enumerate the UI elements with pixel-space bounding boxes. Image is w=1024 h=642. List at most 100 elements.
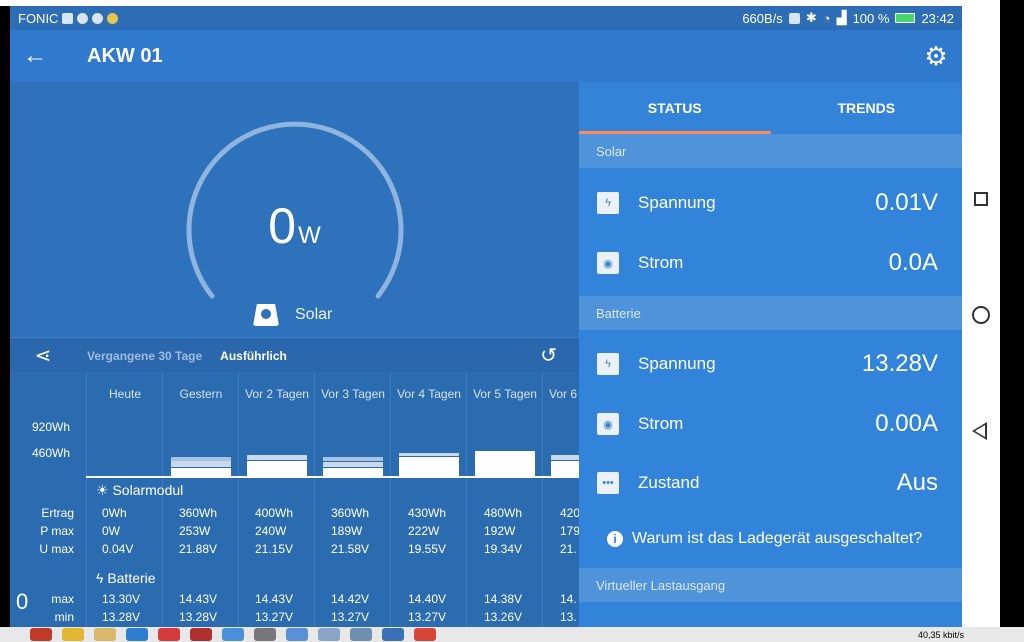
cell: 222W (408, 524, 440, 538)
windows-taskbar: 40,35 kbit/s (0, 627, 1024, 642)
bar-segment (475, 451, 535, 476)
battery-voltage-label: Spannung (638, 354, 716, 373)
status-bar: FONIC 660B/s ✱ ◔ ▟ 100 % 23:42 (10, 6, 962, 30)
battery-voltage-row: ϟ Spannung 13.28V (579, 334, 962, 394)
cell: 360Wh (179, 506, 218, 520)
bar-segment (323, 468, 383, 476)
left-value: 0 (16, 589, 29, 614)
charger-state-row: ••• Zustand Aus (579, 453, 962, 513)
info-icon: i (607, 531, 623, 547)
cell: 21.58V (331, 542, 370, 556)
app-notification-icon (107, 12, 119, 24)
nav-back-icon-inner (975, 425, 985, 437)
cell: 420 (560, 506, 579, 520)
chrome-icon[interactable] (62, 628, 84, 641)
row-label: Ertrag (41, 506, 74, 520)
cell: 430Wh (408, 506, 447, 520)
column-header: Vor 2 Tagen (245, 387, 309, 401)
status-tabs: STATUS TRENDS (579, 82, 962, 134)
charger-state-value: Aus (896, 469, 938, 496)
cell: 0Wh (102, 506, 127, 520)
charger-off-info-link[interactable]: i Warum ist das Ladegerät ausgeschaltet? (579, 522, 962, 556)
bar-segment (399, 453, 459, 456)
solar-current-label: Strom (638, 253, 684, 272)
gauge-source-label: Solar (295, 306, 333, 323)
ie-icon[interactable] (126, 628, 148, 641)
row-label: max (51, 592, 74, 606)
media-icon[interactable] (190, 628, 212, 641)
cell: 13.27V (408, 610, 447, 624)
day-column: Heute (86, 373, 162, 627)
settings-app-icon[interactable] (222, 628, 244, 641)
section-solar: ☀ Solarmodul (96, 482, 184, 498)
sync-icon (92, 12, 104, 24)
monitor-app-icon[interactable] (286, 628, 308, 641)
cell: 0.04V (102, 542, 134, 556)
battery-current-row: ◉ Strom 0.00A (579, 394, 962, 454)
cell: 13.30V (102, 592, 141, 606)
y-label-920: 920Wh (32, 420, 71, 434)
wifi-icon: ◔ (822, 10, 831, 26)
history-panel: 0W Solar ⋖ Vergangene 30 Tage Ausführlic… (10, 82, 579, 627)
battery-current-icon: ◉ (597, 413, 619, 435)
tab-last-30-days[interactable]: Vergangene 30 Tage (87, 349, 202, 363)
solar-voltage-label: Spannung (638, 193, 716, 212)
phone-app-icon[interactable] (382, 628, 404, 641)
bar-segment (247, 461, 307, 476)
bluetooth-icon: ✱ (805, 10, 817, 25)
battery-voltage-value: 13.28V (861, 350, 938, 377)
window-app-icon[interactable] (350, 628, 372, 641)
keyboard-app-icon[interactable] (254, 628, 276, 641)
taskbar-app-icon[interactable] (30, 628, 52, 641)
taskbar-net-speed: 40,35 kbit/s (917, 629, 964, 640)
bar-segment (171, 468, 231, 476)
row-label: U max (39, 542, 74, 556)
section-solar-label: Solarmodul (112, 482, 184, 498)
tab-status[interactable]: STATUS (579, 82, 771, 134)
day-column: Vor 6 (542, 373, 579, 627)
back-arrow-icon[interactable]: ← (10, 42, 60, 70)
section-header-solar: Solar (579, 134, 962, 168)
gear-icon[interactable]: ⚙ (910, 41, 962, 72)
history-table: 920Wh 460Wh Heute Gestern Vor 2 Tagen Vo… (10, 373, 579, 627)
cell: 13.28V (102, 610, 141, 624)
terminal-app-icon[interactable] (318, 628, 340, 641)
opera-icon[interactable] (158, 628, 180, 641)
share-icon[interactable]: ⋖ (10, 343, 76, 368)
bar-segment (323, 457, 383, 461)
chart-baseline (86, 476, 579, 478)
home-icon[interactable] (972, 306, 990, 324)
cell: 21.88V (179, 542, 218, 556)
bar-segment (323, 462, 383, 467)
cell: 14.42V (331, 592, 370, 606)
notification-icon (77, 12, 89, 24)
folder-icon[interactable] (94, 628, 116, 641)
cell: 13.28V (179, 610, 218, 624)
bar-segment (551, 455, 579, 460)
recent-apps-icon[interactable] (974, 192, 988, 206)
cell: 480Wh (484, 506, 523, 520)
history-icon[interactable]: ↺ (540, 343, 557, 368)
battery-voltage-icon: ϟ (597, 353, 619, 375)
day-column: Vor 3 Tagen (314, 373, 390, 627)
cell: 0W (102, 524, 120, 538)
row-label: P max (40, 524, 74, 538)
day-column: Vor 2 Tagen (238, 373, 314, 627)
section-header-battery: Batterie (579, 296, 962, 330)
tab-detailed[interactable]: Ausführlich (220, 349, 287, 363)
column-header: Vor 4 Tagen (397, 387, 461, 401)
solar-current-row: ◉ Strom 0.0A (579, 233, 962, 293)
mirror-app-icon[interactable] (414, 628, 436, 641)
solar-current-icon: ◉ (597, 252, 619, 274)
power-gauge: 0W Solar (10, 82, 579, 337)
battery-current-value: 0.00A (875, 410, 938, 437)
bar-segment (399, 457, 459, 476)
gauge-value: 0W (10, 197, 579, 255)
net-speed-label: 660B/s (742, 10, 783, 26)
tab-trends[interactable]: TRENDS (771, 82, 963, 134)
bar-segment (171, 461, 231, 467)
battery-icon (895, 13, 916, 23)
column-header: Heute (108, 387, 142, 401)
history-toolbar: ⋖ Vergangene 30 Tage Ausführlich ↺ (10, 337, 579, 373)
cast-icon (788, 12, 800, 24)
